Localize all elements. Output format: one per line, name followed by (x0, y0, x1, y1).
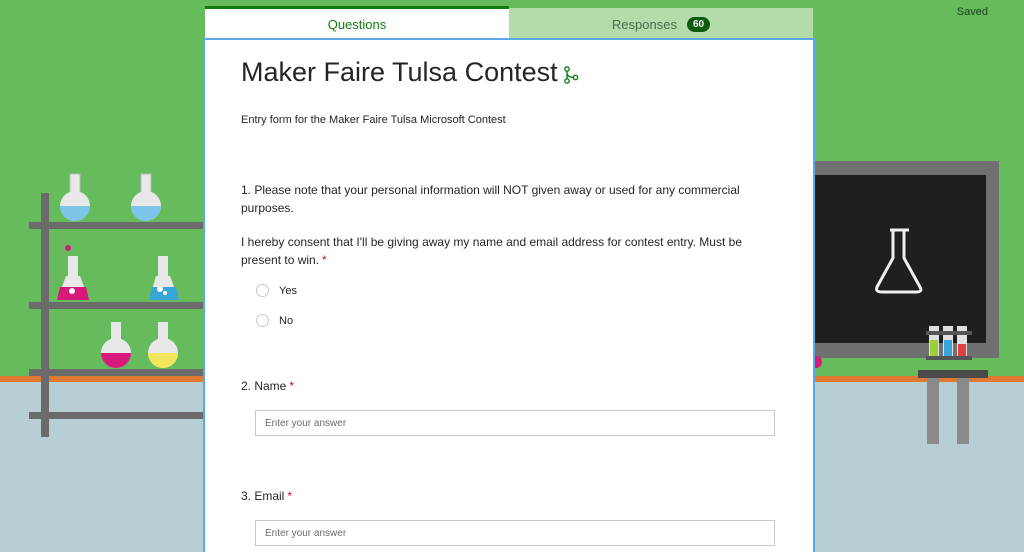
tab-questions[interactable]: Questions (205, 6, 509, 40)
form-tabs: Questions Responses 60 (205, 6, 813, 40)
question-1-text: 1. Please note that your personal inform… (241, 183, 740, 215)
email-input[interactable] (255, 520, 775, 546)
flask-illustration (149, 256, 179, 300)
flask-illustration (148, 322, 178, 368)
required-marker: * (289, 379, 295, 393)
name-input[interactable] (255, 410, 775, 436)
question-2-text: 2. Name (241, 379, 287, 393)
radio-no[interactable] (256, 314, 269, 327)
question-1-consent-text: I hereby consent that I'll be giving awa… (241, 235, 742, 267)
flask-illustration (101, 322, 131, 368)
chalkboard-illustration (813, 161, 999, 358)
question-1-consent: I hereby consent that I'll be giving awa… (241, 233, 781, 269)
question-3-text: 3. Email (241, 489, 285, 503)
form-description[interactable]: Entry form for the Maker Faire Tulsa Mic… (241, 114, 506, 126)
lab-shelf-illustration (29, 193, 205, 437)
option-yes[interactable]: Yes (256, 284, 297, 297)
save-status: Saved (956, 6, 988, 18)
option-no-label: No (279, 314, 294, 327)
tab-questions-label: Questions (327, 17, 387, 32)
required-marker: * (287, 489, 293, 503)
question-2-title: 2. Name * (241, 377, 294, 395)
test-tube-rack-illustration (926, 326, 972, 360)
flask-illustration (60, 173, 90, 221)
question-3-title: 3. Email * (241, 487, 292, 505)
lab-table-illustration (918, 370, 988, 444)
form-card: Maker Faire Tulsa Contest Entry form for… (205, 40, 813, 552)
form-title[interactable]: Maker Faire Tulsa Contest (241, 57, 558, 88)
responses-count-badge: 60 (686, 16, 711, 32)
flask-illustration (131, 173, 161, 221)
tab-responses-label: Responses (611, 16, 677, 32)
radio-yes[interactable] (256, 284, 269, 297)
option-yes-label: Yes (279, 284, 297, 297)
tab-responses[interactable]: Responses 60 (509, 8, 813, 40)
branching-icon[interactable] (563, 66, 579, 84)
required-marker: * (322, 253, 327, 267)
option-no[interactable]: No (256, 314, 293, 327)
flask-illustration (57, 245, 89, 300)
